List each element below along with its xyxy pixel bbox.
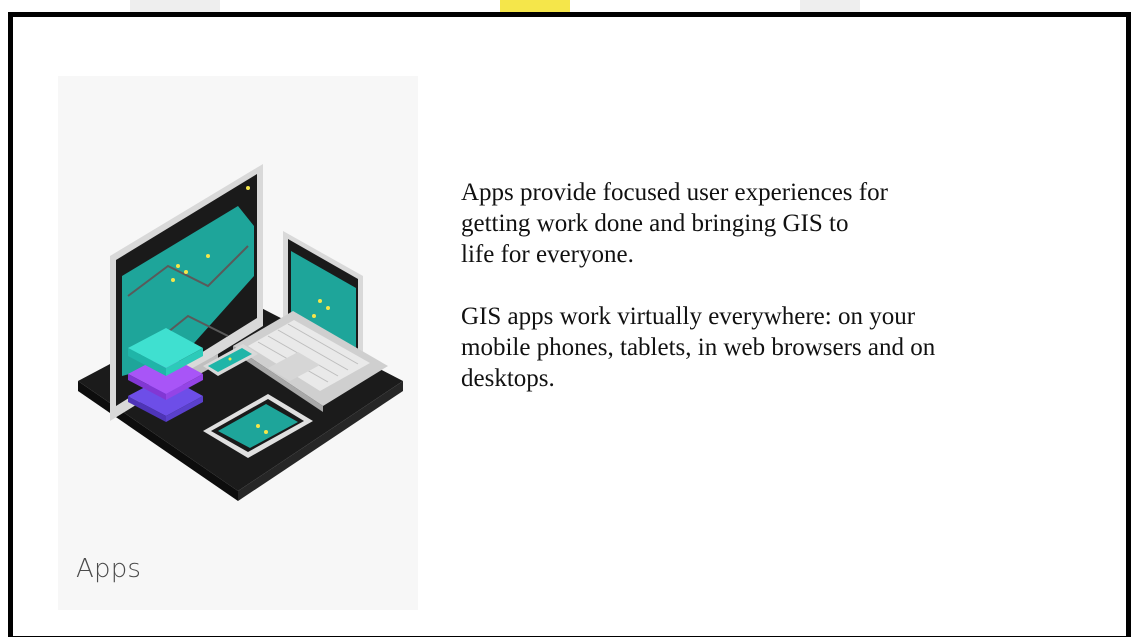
- paragraph-line: mobile phones, tablets, in web browsers …: [461, 334, 936, 361]
- apps-card[interactable]: Apps: [58, 76, 418, 610]
- description-text: Apps provide focused user experiences fo…: [461, 177, 1061, 425]
- background-blob-right: [800, 0, 860, 12]
- paragraph-line: desktops.: [461, 365, 555, 392]
- background-blob-left: [130, 0, 220, 12]
- card-title: Apps: [76, 554, 142, 584]
- devices-map-illustration-icon: [78, 164, 403, 501]
- background-strip: [0, 0, 1134, 12]
- slide-frame: Apps Apps provide focused user experienc…: [8, 12, 1131, 637]
- paragraph-platforms: GIS apps work virtually everywhere: on y…: [461, 301, 1061, 394]
- paragraph-line: Apps provide focused user experiences fo…: [461, 179, 888, 206]
- paragraph-line: getting work done and bringing GIS to: [461, 210, 849, 237]
- paragraph-line: life for everyone.: [461, 241, 634, 268]
- paragraph-intro: Apps provide focused user experiences fo…: [461, 177, 1061, 270]
- paragraph-line: GIS apps work virtually everywhere: on y…: [461, 303, 916, 330]
- background-blob-accent: [500, 0, 570, 12]
